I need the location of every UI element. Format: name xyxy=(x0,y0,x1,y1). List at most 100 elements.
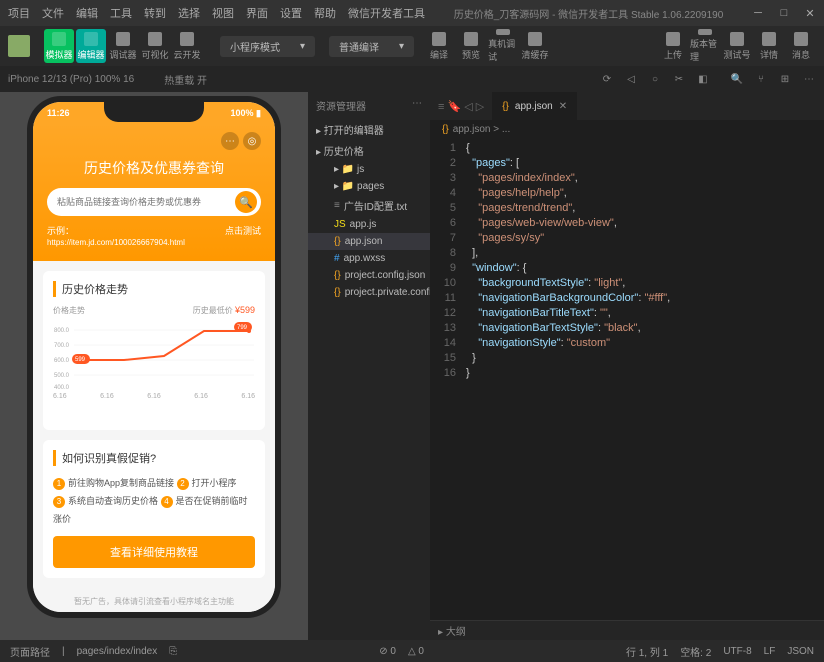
compile-select[interactable]: 普通编译▾ xyxy=(329,36,414,57)
status-item[interactable]: 空格: 2 xyxy=(680,644,711,659)
chart-price: 历史最低价 ¥599 xyxy=(193,305,255,316)
status-item[interactable]: JSON xyxy=(787,646,814,657)
maximize-button[interactable]: □ xyxy=(778,7,790,19)
statusbar: 页面路径 | pages/index/index ⎘ ⊘ 0 △ 0 行 1, … xyxy=(0,640,824,662)
menu-item[interactable]: 项目 xyxy=(8,5,30,21)
toolbar-清缓存[interactable]: 清缓存 xyxy=(520,29,550,63)
status-warnings[interactable]: △ 0 xyxy=(408,646,424,657)
toolbar-编辑器[interactable]: 编辑器 xyxy=(76,29,106,63)
explorer-group[interactable]: ▸ 打开的编辑器 xyxy=(308,119,430,140)
file-project.private.config.js...[interactable]: {} project.private.config.js... xyxy=(308,284,430,301)
phone-battery: 100% ▮ xyxy=(231,108,261,119)
file-app.js[interactable]: JS app.js xyxy=(308,216,430,233)
toolbar-消息[interactable]: 消息 xyxy=(786,29,816,63)
hot-reload[interactable]: 热重载 开 xyxy=(164,72,207,87)
svg-text:500.0: 500.0 xyxy=(54,373,70,379)
search-button[interactable]: 🔍 xyxy=(235,191,257,213)
window-title: 历史价格_刀客源码网 - 微信开发者工具 Stable 1.06.2209190 xyxy=(425,6,752,21)
home-icon[interactable]: ○ xyxy=(648,72,662,86)
file-广告ID配置.txt[interactable]: ≡ 广告ID配置.txt xyxy=(308,195,430,216)
file-app.json[interactable]: {} app.json xyxy=(308,233,430,250)
svg-text:600.0: 600.0 xyxy=(54,358,70,364)
file-pages[interactable]: ▸ 📁 pages xyxy=(308,178,430,195)
toolbar-真机调试[interactable]: 真机调试 xyxy=(488,29,518,63)
step-item: 2打开小程序 xyxy=(177,478,237,488)
toolbar-版本管理[interactable]: 版本管理 xyxy=(690,29,720,63)
toolbar: 模拟器编辑器调试器可视化云开发 小程序模式▾ 普通编译▾ 编译预览真机调试清缓存… xyxy=(0,26,824,66)
menu-item[interactable]: 界面 xyxy=(246,5,268,21)
menu-item[interactable]: 设置 xyxy=(280,5,302,21)
app-title: 历史价格及优惠券查询 xyxy=(47,158,261,178)
phone-time: 11:26 xyxy=(47,108,70,118)
menu-item[interactable]: 文件 xyxy=(42,5,64,21)
status-errors[interactable]: ⊘ 0 xyxy=(379,646,396,657)
cut-icon[interactable]: ✂ xyxy=(672,72,686,86)
status-pagepath-label: 页面路径 xyxy=(10,644,50,659)
explorer-title: 资源管理器 xyxy=(316,98,366,113)
chart-label: 价格走势 xyxy=(53,305,85,316)
explorer-more-icon[interactable]: ⋯ xyxy=(412,98,422,113)
explorer-group[interactable]: ▸ 历史价格 xyxy=(308,140,430,161)
status-item[interactable]: UTF-8 xyxy=(723,646,751,657)
search-box[interactable]: 🔍 xyxy=(47,188,261,216)
breadcrumb[interactable]: {} app.json > ... xyxy=(430,120,824,139)
close-button[interactable]: ✕ xyxy=(804,7,816,19)
ext-icon[interactable]: ⊞ xyxy=(778,72,792,86)
toolbar-模拟器[interactable]: 模拟器 xyxy=(44,29,74,63)
dots-icon[interactable]: ⋯ xyxy=(802,72,816,86)
status-item[interactable]: 行 1, 列 1 xyxy=(626,644,668,659)
toolbar-编译[interactable]: 编译 xyxy=(424,29,454,63)
capsule-close-icon[interactable]: ◎ xyxy=(243,132,261,150)
file-js[interactable]: ▸ 📁 js xyxy=(308,161,430,178)
svg-text:599: 599 xyxy=(75,357,86,363)
back-icon[interactable]: ◁ xyxy=(624,72,638,86)
branch-icon[interactable]: ⑂ xyxy=(754,72,768,86)
status-pagepath[interactable]: pages/index/index xyxy=(77,646,158,657)
search-icon[interactable]: 🔍 xyxy=(730,72,744,86)
rotate-icon[interactable]: ⟳ xyxy=(600,72,614,86)
svg-text:400.0: 400.0 xyxy=(54,385,70,390)
toolbar-调试器[interactable]: 调试器 xyxy=(108,29,138,63)
pin-icon[interactable]: ◧ xyxy=(696,72,710,86)
outline-panel[interactable]: ▸ 大纲 xyxy=(430,620,824,640)
window-buttons: ─ □ ✕ xyxy=(752,7,816,19)
minimize-button[interactable]: ─ xyxy=(752,7,764,19)
file-project.config.json[interactable]: {} project.config.json xyxy=(308,267,430,284)
menu-item[interactable]: 工具 xyxy=(110,5,132,21)
menu-item[interactable]: 选择 xyxy=(178,5,200,21)
tab-close-icon[interactable]: ✕ xyxy=(559,101,567,112)
search-input[interactable] xyxy=(57,197,235,207)
menu-item[interactable]: 编辑 xyxy=(76,5,98,21)
toolbar-上传[interactable]: 上传 xyxy=(658,29,688,63)
menu-item[interactable]: 视图 xyxy=(212,5,234,21)
toolbar-可视化[interactable]: 可视化 xyxy=(140,29,170,63)
phone-notch xyxy=(104,102,204,122)
hint-test-link[interactable]: 点击测试 xyxy=(225,224,261,247)
phone-frame: 11:26 100% ▮ ⋯ ◎ 历史价格及优惠券查询 🔍 示例：https:/… xyxy=(33,102,275,612)
tab-app-json[interactable]: {}app.json✕ xyxy=(492,92,577,120)
menu-item[interactable]: 帮助 xyxy=(314,5,336,21)
card-title: 历史价格走势 xyxy=(53,281,255,297)
simulator-panel: 11:26 100% ▮ ⋯ ◎ 历史价格及优惠券查询 🔍 示例：https:/… xyxy=(0,92,308,640)
mode-select[interactable]: 小程序模式▾ xyxy=(220,36,315,57)
explorer-panel: 资源管理器 ⋯ ▸ 打开的编辑器▸ 历史价格▸ 📁 js▸ 📁 pages≡ 广告… xyxy=(308,92,430,640)
tutorial-button[interactable]: 查看详细使用教程 xyxy=(53,536,255,568)
menu-item[interactable]: 微信开发者工具 xyxy=(348,5,425,21)
price-chart: 800.0 700.0 600.0 500.0 400.0 599 799 6.… xyxy=(53,320,255,420)
menu-item[interactable]: 转到 xyxy=(144,5,166,21)
avatar[interactable] xyxy=(8,35,30,57)
toolbar-测试号[interactable]: 测试号 xyxy=(722,29,752,63)
ad-tip: 暂无广告，具体请引流查看小程序域名主功能 xyxy=(43,588,265,612)
editor-panel: ≡ 🔖 ◁ ▷ {}app.json✕ {} app.json > ... 12… xyxy=(430,92,824,640)
toolbar-详情[interactable]: 详情 xyxy=(754,29,784,63)
device-info[interactable]: iPhone 12/13 (Pro) 100% 16 xyxy=(8,74,134,85)
toolbar-云开发[interactable]: 云开发 xyxy=(172,29,202,63)
gutter-icons: ≡ 🔖 ◁ ▷ xyxy=(430,100,492,113)
toolbar-预览[interactable]: 预览 xyxy=(456,29,486,63)
file-app.wxss[interactable]: # app.wxss xyxy=(308,250,430,267)
copy-icon[interactable]: ⎘ xyxy=(169,646,177,657)
capsule-menu-icon[interactable]: ⋯ xyxy=(221,132,239,150)
price-history-card: 历史价格走势 价格走势 历史最低价 ¥599 800.0 700.0 xyxy=(43,271,265,430)
status-item[interactable]: LF xyxy=(764,646,776,657)
code-area[interactable]: 12345678910111213141516 { "pages": [ "pa… xyxy=(430,139,824,620)
